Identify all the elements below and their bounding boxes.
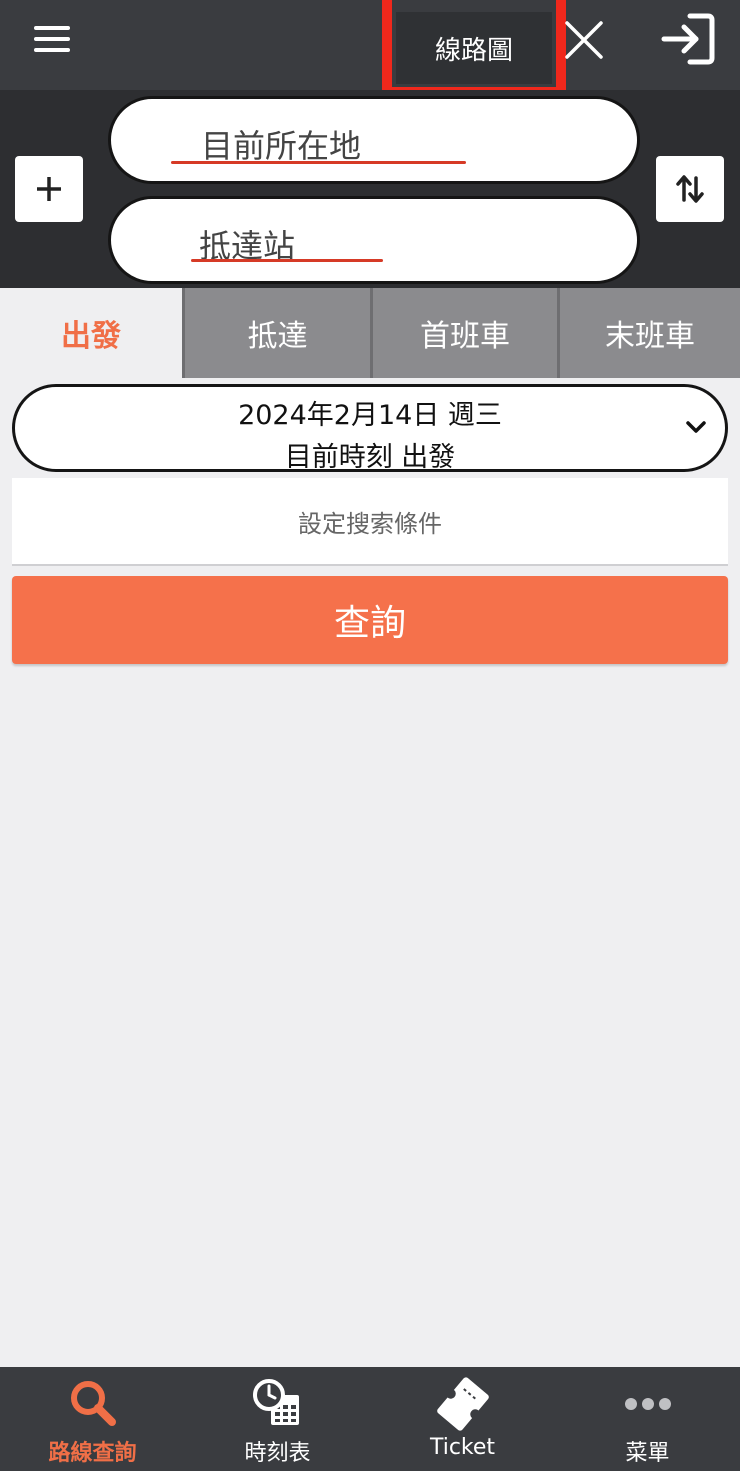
search-icon xyxy=(70,1381,116,1426)
departure-underline-annotation xyxy=(171,161,466,164)
route-map-button-highlight[interactable]: 線路圖 xyxy=(382,0,566,97)
nav-label: 菜單 xyxy=(625,1441,670,1466)
tab-departure[interactable]: 出發 xyxy=(0,288,182,378)
departure-station-field[interactable]: 目前所在地 xyxy=(108,96,640,184)
nav-label: Ticket xyxy=(429,1435,496,1460)
add-via-station-button[interactable] xyxy=(15,156,83,222)
swap-icon xyxy=(676,175,704,203)
arrival-underline-annotation xyxy=(191,259,383,262)
nav-ticket[interactable]: Ticket xyxy=(370,1367,555,1471)
login-icon[interactable] xyxy=(660,12,716,66)
date-value: 2024年2月14日 週三 xyxy=(238,400,502,431)
station-panel: 目前所在地 抵達站 xyxy=(0,90,740,288)
close-icon[interactable] xyxy=(564,20,604,60)
arrival-station-field[interactable]: 抵達站 xyxy=(108,196,640,284)
bottom-navigation: 路線查詢 時刻表 Ticket 菜單 xyxy=(0,1367,740,1471)
tab-label: 首班車 xyxy=(420,319,510,354)
plus-icon xyxy=(37,177,61,201)
route-map-button[interactable]: 線路圖 xyxy=(396,12,552,84)
time-mode-value: 目前時刻 出發 xyxy=(284,442,456,473)
nav-menu[interactable]: 菜單 xyxy=(555,1367,740,1471)
nav-route-search[interactable]: 路線查詢 xyxy=(0,1367,185,1471)
datetime-selector[interactable]: 2024年2月14日 週三 目前時刻 出發 xyxy=(12,384,728,473)
tab-label: 末班車 xyxy=(605,319,695,354)
nav-label: 路線查詢 xyxy=(48,1441,137,1466)
search-conditions-button[interactable]: 設定搜索條件 xyxy=(12,478,728,566)
nav-timetable[interactable]: 時刻表 xyxy=(185,1367,370,1471)
tab-first-train[interactable]: 首班車 xyxy=(370,288,557,378)
search-button[interactable]: 查詢 xyxy=(12,576,728,664)
chevron-down-icon xyxy=(686,421,706,433)
tab-arrival[interactable]: 抵達 xyxy=(182,288,370,378)
search-conditions-label: 設定搜索條件 xyxy=(298,509,442,538)
search-mode-tabs: 出發 抵達 首班車 末班車 xyxy=(0,288,740,378)
nav-label: 時刻表 xyxy=(244,1441,311,1466)
search-button-label: 查詢 xyxy=(333,603,406,644)
route-map-label: 線路圖 xyxy=(434,35,513,66)
more-icon xyxy=(624,1398,671,1410)
tab-label: 出發 xyxy=(61,319,121,354)
timetable-icon xyxy=(252,1379,299,1425)
route-search-screen: 線路圖 目前所在地 抵達站 出發 抵達 首班車 末班車 2024年2月14日 週… xyxy=(0,0,740,1471)
swap-stations-button[interactable] xyxy=(656,156,724,222)
ticket-icon xyxy=(436,1377,489,1431)
top-bar: 線路圖 xyxy=(0,0,740,97)
menu-icon[interactable] xyxy=(34,26,72,52)
tab-last-train[interactable]: 末班車 xyxy=(557,288,740,378)
tab-label: 抵達 xyxy=(247,319,308,354)
